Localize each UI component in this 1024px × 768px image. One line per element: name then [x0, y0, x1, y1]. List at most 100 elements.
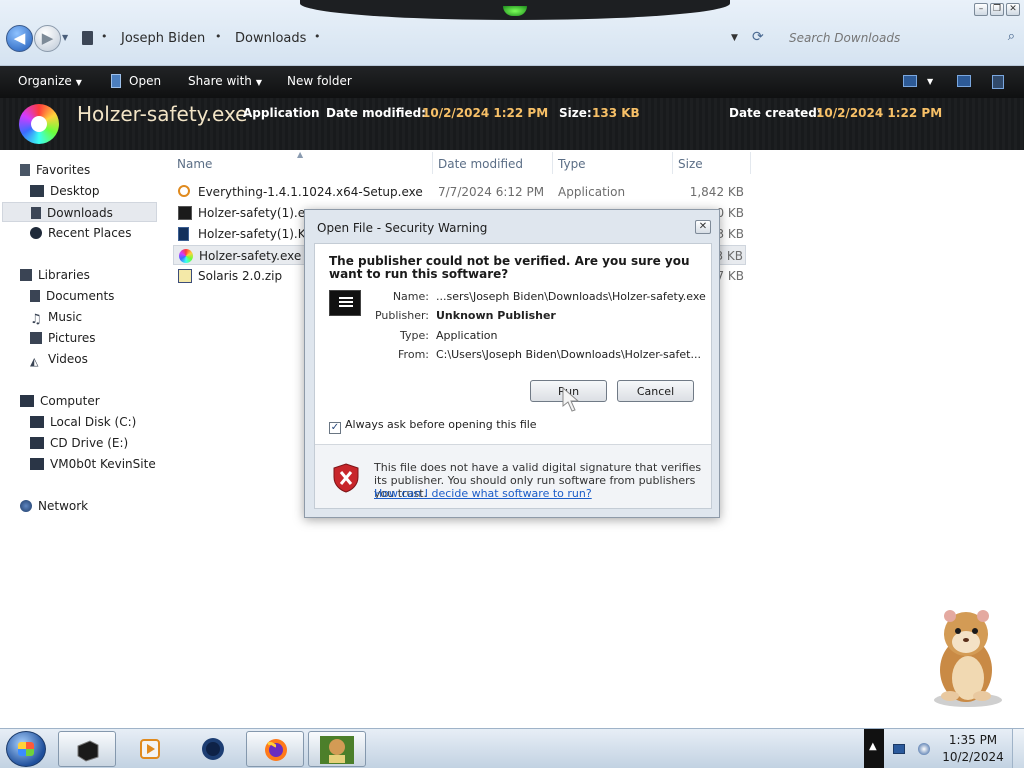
- nav-label: Desktop: [50, 184, 100, 198]
- share-with-button[interactable]: Share with ▼: [188, 74, 262, 88]
- start-button[interactable]: [6, 731, 46, 767]
- refresh-icon[interactable]: ⟳: [752, 29, 764, 45]
- breadcrumb-separator[interactable]: •: [215, 30, 222, 43]
- nav-videos[interactable]: ◭ Videos: [30, 349, 88, 369]
- close-button[interactable]: ✕: [1006, 3, 1020, 16]
- column-header-size[interactable]: Size: [678, 157, 703, 171]
- zip-file-icon: [178, 269, 192, 283]
- explorer-app-icon: [77, 740, 99, 762]
- nav-label: VM0b0t KevinSite: [50, 457, 156, 471]
- help-icon[interactable]: [992, 75, 1004, 89]
- file-thumbnail-icon: [19, 104, 59, 144]
- forward-button[interactable]: ▶: [34, 25, 61, 52]
- address-dropdown-icon[interactable]: ▼: [731, 33, 738, 43]
- column-divider[interactable]: [750, 152, 751, 174]
- clock-date[interactable]: 10/2/2024: [942, 750, 1004, 764]
- hamster-pet-icon: [934, 610, 1002, 707]
- dialog-close-button[interactable]: ✕: [695, 220, 711, 234]
- nav-favorites[interactable]: Favorites: [20, 160, 90, 180]
- downloads-icon: [31, 207, 41, 219]
- taskbar-hamster-box[interactable]: [308, 731, 366, 767]
- nav-downloads[interactable]: Downloads: [2, 202, 157, 222]
- view-options-icon[interactable]: [903, 75, 917, 87]
- column-header-name[interactable]: Name: [177, 157, 212, 171]
- nav-network-share[interactable]: VM0b0t KevinSite: [30, 454, 156, 474]
- new-folder-button[interactable]: New folder: [287, 74, 352, 88]
- column-divider[interactable]: [432, 152, 433, 174]
- chevron-down-icon: ▼: [255, 78, 263, 87]
- dialog-warning-area: This file does not have a valid digital …: [315, 445, 711, 508]
- search-input[interactable]: [782, 26, 1020, 50]
- file-name: Holzer-safety(1).KvJl: [198, 227, 320, 241]
- show-desktop-button[interactable]: [1012, 729, 1024, 768]
- always-ask-checkbox[interactable]: ✓: [329, 422, 341, 434]
- share-with-label: Share with: [188, 74, 252, 88]
- taskbar-media-player[interactable]: [121, 731, 179, 767]
- breadcrumb-item[interactable]: Downloads: [235, 31, 306, 46]
- taskbar-firefox[interactable]: [246, 731, 304, 767]
- always-ask-option[interactable]: ✓ Always ask before opening this file: [329, 418, 537, 434]
- nav-computer[interactable]: Computer: [20, 391, 100, 411]
- ornament-light: [503, 6, 527, 16]
- organize-label: Organize: [18, 74, 72, 88]
- file-name: Holzer-safety(1).exe: [198, 206, 319, 220]
- taskbar-browser-globe[interactable]: [184, 731, 242, 767]
- breadcrumb-separator[interactable]: •: [101, 30, 108, 43]
- nav-recent-places[interactable]: Recent Places: [30, 223, 131, 243]
- nav-local-disk[interactable]: Local Disk (C:): [30, 412, 136, 432]
- back-button[interactable]: ◀: [6, 25, 33, 52]
- minimize-button[interactable]: –: [974, 3, 988, 16]
- clock-time[interactable]: 1:35 PM: [942, 733, 1004, 747]
- taskbar-explorer[interactable]: [58, 731, 116, 767]
- maximize-button[interactable]: ❐: [990, 3, 1004, 16]
- open-button[interactable]: Open: [129, 74, 161, 88]
- nav-network[interactable]: Network: [20, 496, 88, 516]
- name-label: Name:: [392, 290, 429, 303]
- file-row[interactable]: Everything-1.4.1.1024.x64-Setup.exe 7/7/…: [173, 182, 746, 202]
- volume-tray-icon[interactable]: [918, 743, 930, 755]
- chevron-down-icon: ▼: [75, 78, 82, 87]
- cancel-button[interactable]: Cancel: [617, 380, 694, 402]
- search-icon[interactable]: ⌕: [1008, 29, 1015, 44]
- column-divider[interactable]: [552, 152, 553, 174]
- column-divider[interactable]: [672, 152, 673, 174]
- show-hidden-icons-icon[interactable]: ▲: [869, 741, 877, 752]
- help-link[interactable]: How can I decide what software to run?: [374, 487, 592, 500]
- nav-libraries[interactable]: Libraries: [20, 265, 90, 285]
- navigation-pane: Favorites Desktop Downloads Recent Place…: [0, 150, 168, 728]
- column-header-type[interactable]: Type: [558, 157, 586, 171]
- desktop-icon: [30, 185, 44, 197]
- organize-button[interactable]: Organize ▼: [18, 74, 82, 88]
- details-header: Holzer-safety.exe Application Date modif…: [0, 98, 1024, 150]
- file-name: Everything-1.4.1.1024.x64-Setup.exe: [198, 185, 423, 199]
- nav-cd-drive[interactable]: CD Drive (E:): [30, 433, 128, 453]
- nav-pictures[interactable]: Pictures: [30, 328, 96, 348]
- nav-documents[interactable]: Documents: [30, 286, 114, 306]
- nav-label: Libraries: [38, 268, 90, 282]
- name-value: ...sers\Joseph Biden\Downloads\Holzer-sa…: [436, 290, 706, 303]
- nav-label: Pictures: [48, 331, 96, 345]
- breadcrumb-separator[interactable]: •: [314, 30, 321, 43]
- recent-pages-dropdown[interactable]: ▼: [62, 33, 68, 42]
- nav-desktop[interactable]: Desktop: [30, 181, 100, 201]
- magnifier-app-icon: [178, 185, 190, 197]
- nav-music[interactable]: ♫ Music: [30, 307, 82, 327]
- network-tray-icon[interactable]: [893, 744, 905, 754]
- nav-label: CD Drive (E:): [50, 436, 129, 450]
- view-dropdown-icon[interactable]: ▼: [927, 77, 933, 86]
- preview-pane-icon[interactable]: [957, 75, 971, 87]
- nav-label: Local Disk (C:): [50, 415, 137, 429]
- nav-label: Network: [38, 499, 89, 513]
- network-icon: [20, 500, 32, 512]
- column-header-date-modified[interactable]: Date modified: [438, 157, 523, 171]
- pictures-icon: [30, 332, 42, 344]
- local-disk-icon: [30, 416, 44, 428]
- shield-warning-icon: [333, 463, 359, 493]
- details-type: Application: [243, 106, 320, 120]
- taskbar: ▲ 1:35 PM 10/2/2024: [0, 728, 1024, 768]
- checkbox-label: Always ask before opening this file: [345, 418, 537, 431]
- breadcrumb-item[interactable]: Joseph Biden: [121, 31, 205, 46]
- dialog-title: Open File - Security Warning: [317, 221, 488, 235]
- date-modified-value: 10/2/2024 1:22 PM: [422, 106, 549, 120]
- publisher-value: Unknown Publisher: [436, 309, 556, 322]
